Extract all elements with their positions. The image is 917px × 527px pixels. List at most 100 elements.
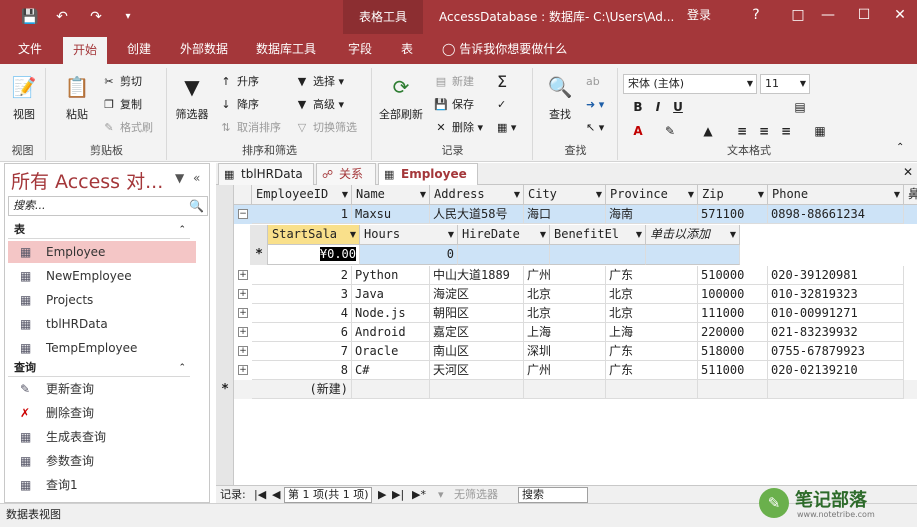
sort-ascending-button[interactable]: ↑ 升序 xyxy=(218,72,259,92)
new-record-row[interactable]: (新建) xyxy=(234,380,917,399)
record-search-input[interactable]: 搜索 xyxy=(518,487,588,503)
cell-zip[interactable]: 511000 xyxy=(698,361,768,380)
sub-cell-startsalary[interactable]: ¥0.00 xyxy=(268,245,360,265)
cell-zip[interactable]: 510000 xyxy=(698,266,768,285)
sub-col-startsalary[interactable]: StartSala ▼ xyxy=(268,225,360,245)
cell-name[interactable]: Maxsu xyxy=(352,205,430,224)
next-record-icon[interactable]: ▶ xyxy=(378,486,386,503)
expand-row-icon[interactable]: + xyxy=(238,289,248,299)
cell-zip[interactable]: 220000 xyxy=(698,323,768,342)
copy-button[interactable]: ❐ 复制 xyxy=(101,95,142,115)
save-icon[interactable]: 💾 xyxy=(20,7,40,27)
cell-city[interactable]: 深圳 xyxy=(524,342,606,361)
chevron-down-icon[interactable]: ▼ xyxy=(688,185,694,204)
select-icon[interactable]: ↖ ▾ xyxy=(586,118,604,138)
cell-city[interactable]: 广州 xyxy=(524,361,606,380)
clear-sort-button[interactable]: ⇅ 取消排序 xyxy=(218,118,281,138)
cell-empty[interactable] xyxy=(430,380,524,399)
cell-phone[interactable]: 021-83239932 xyxy=(768,323,904,342)
cell-employeeid[interactable]: 6 xyxy=(252,323,352,342)
chevron-down-icon[interactable]: ▼ xyxy=(596,185,602,204)
nav-item-projects[interactable]: ▦ Projects xyxy=(8,289,196,311)
cell-name[interactable]: Python xyxy=(352,266,430,285)
tab-home[interactable]: 开始 xyxy=(63,37,108,64)
record-position-input[interactable]: 第 1 项(共 1 项) xyxy=(284,487,372,503)
cell-province[interactable]: 北京 xyxy=(606,285,698,304)
save-record-button[interactable]: 💾 保存 xyxy=(433,95,474,115)
sub-col-hours[interactable]: Hours ▼ xyxy=(360,225,458,245)
nav-item-parameter-query[interactable]: ▦ 参数查询 xyxy=(8,450,196,472)
col-header-name[interactable]: Name ▼ xyxy=(352,185,430,205)
align-right-icon[interactable]: ≡ xyxy=(777,122,795,140)
cell-address[interactable]: 中山大道1889 xyxy=(430,266,524,285)
cell-employeeid[interactable]: 7 xyxy=(252,342,352,361)
table-row[interactable]: 7 Oracle 南山区 深圳 广东 518000 0755-67879923 xyxy=(234,342,917,361)
cell-zip[interactable]: 518000 xyxy=(698,342,768,361)
new-record-nav-icon[interactable]: ▶* xyxy=(412,486,426,503)
shutter-bar-icon[interactable]: « xyxy=(193,171,200,185)
table-row[interactable]: 2 Python 中山大道1889 广州 广东 510000 020-39120… xyxy=(234,266,917,285)
chevron-down-icon[interactable]: ▼ xyxy=(894,185,900,204)
format-painter-button[interactable]: ✎ 格式刷 xyxy=(101,118,153,138)
refresh-all-button[interactable]: ⟳ 全部刷新 xyxy=(379,72,423,122)
tab-create[interactable]: 创建 xyxy=(117,34,161,64)
chevron-down-icon[interactable]: ▼ xyxy=(350,225,356,244)
paste-button[interactable]: 📋 粘贴 xyxy=(55,72,99,122)
maximize-icon[interactable]: ☐ xyxy=(846,0,882,30)
table-row[interactable]: 1 Maxsu 人民大道58号 海口 海南 571100 0898-886612… xyxy=(234,205,917,224)
cell-address[interactable]: 南山区 xyxy=(430,342,524,361)
cell-employeeid[interactable]: 3 xyxy=(252,285,352,304)
nav-item-employee[interactable]: ▦ Employee xyxy=(8,241,196,263)
cell-city[interactable]: 北京 xyxy=(524,304,606,323)
tab-external-data[interactable]: 外部数据 xyxy=(170,34,238,64)
cell-zip[interactable]: 111000 xyxy=(698,304,768,323)
cell-empty[interactable] xyxy=(698,380,768,399)
underline-button[interactable]: U xyxy=(669,98,687,116)
nav-section-queries[interactable]: 查询 ⌃ xyxy=(8,359,190,377)
chevron-down-icon[interactable]: ▼ xyxy=(342,185,348,204)
cell-city[interactable]: 北京 xyxy=(524,285,606,304)
cell-city[interactable]: 上海 xyxy=(524,323,606,342)
chevron-down-icon[interactable]: ▼ xyxy=(420,185,426,204)
close-tab-icon[interactable]: ✕ xyxy=(903,165,913,179)
tab-file[interactable]: 文件 xyxy=(8,34,52,64)
cell-address[interactable]: 人民大道58号 xyxy=(430,205,524,224)
expand-row-icon[interactable]: + xyxy=(238,327,248,337)
replace-icon[interactable]: ab xyxy=(586,72,600,92)
cell-phone[interactable]: 010-00991271 xyxy=(768,304,904,323)
table-row[interactable]: 6 Android 嘉定区 上海 上海 220000 021-83239932 xyxy=(234,323,917,342)
find-button[interactable]: 🔍 查找 xyxy=(538,72,582,122)
tab-database-tools[interactable]: 数据库工具 xyxy=(246,34,326,64)
cell-empty[interactable] xyxy=(768,380,904,399)
collapse-row-icon[interactable]: − xyxy=(238,209,248,219)
sub-col-hiredate[interactable]: HireDate ▼ xyxy=(458,225,550,245)
cell-province[interactable]: 广东 xyxy=(606,342,698,361)
highlight-icon[interactable]: ✎ xyxy=(661,122,679,140)
cell-employeeid[interactable]: 1 xyxy=(252,205,352,224)
cell-employeeid[interactable]: 4 xyxy=(252,304,352,323)
cell-address[interactable]: 海淀区 xyxy=(430,285,524,304)
cell-address[interactable]: 天河区 xyxy=(430,361,524,380)
sub-cell-hiredate[interactable] xyxy=(458,245,550,265)
goto-icon[interactable]: ➜ ▾ xyxy=(586,95,604,115)
cell-phone[interactable]: 0898-88661234 xyxy=(768,205,904,224)
new-record-button[interactable]: ▤ 新建 xyxy=(433,72,474,92)
filter-status-icon[interactable]: ▾ xyxy=(438,486,444,503)
sub-cell-benefitel[interactable] xyxy=(550,245,646,265)
table-row[interactable]: 3 Java 海淀区 北京 北京 100000 010-32819323 xyxy=(234,285,917,304)
font-size-select[interactable]: 11 ▼ xyxy=(760,74,810,94)
cell-zip[interactable]: 100000 xyxy=(698,285,768,304)
align-center-icon[interactable]: ≡ xyxy=(755,122,773,140)
nav-item-newemployee[interactable]: ▦ NewEmployee xyxy=(8,265,196,287)
expand-row-icon[interactable]: + xyxy=(238,308,248,318)
more-icon[interactable]: ▦ ▾ xyxy=(497,118,516,138)
nav-item-tblhrdata[interactable]: ▦ tblHRData xyxy=(8,313,196,335)
login-link[interactable]: 登录 xyxy=(687,0,711,30)
list-icon[interactable]: ▤ xyxy=(791,98,809,116)
totals-icon[interactable]: Σ xyxy=(497,72,507,92)
cell-address[interactable]: 朝阳区 xyxy=(430,304,524,323)
chevron-down-icon[interactable]: ▼ xyxy=(514,185,520,204)
doc-tab-tblhrdata[interactable]: ▦ tblHRData xyxy=(218,163,314,185)
toggle-filter-button[interactable]: ▽ 切换筛选 xyxy=(294,118,357,138)
font-select[interactable]: 宋体 (主体) ▼ xyxy=(623,74,757,94)
